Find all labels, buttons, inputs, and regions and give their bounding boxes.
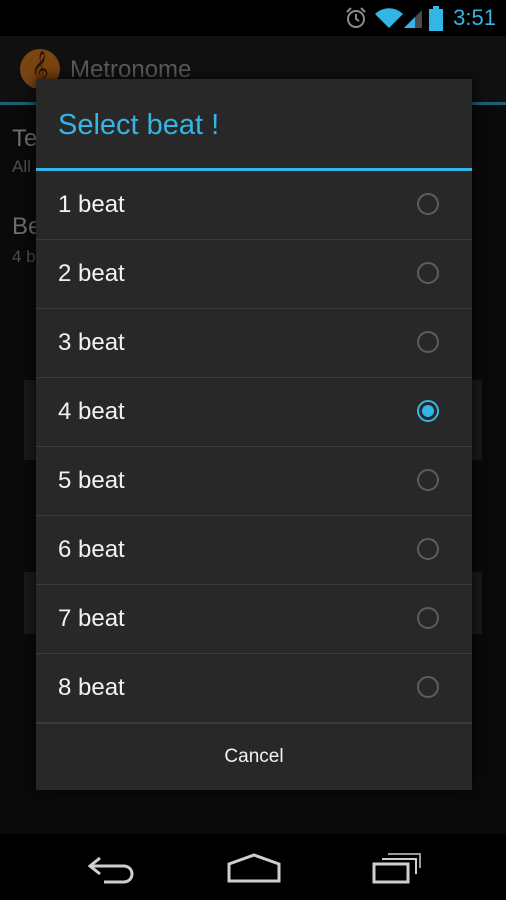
beat-option[interactable]: 4 beat	[36, 378, 472, 447]
bg-item-subtitle: All	[12, 157, 31, 176]
radio-button[interactable]	[417, 676, 439, 698]
navigation-bar	[0, 834, 506, 900]
beat-option[interactable]: 6 beat	[36, 516, 472, 585]
recent-apps-icon[interactable]	[370, 852, 422, 889]
radio-button[interactable]	[417, 331, 439, 353]
beat-options-list: 1 beat 2 beat 3 beat 4 beat 5 beat 6 bea…	[36, 171, 472, 723]
radio-button[interactable]	[417, 538, 439, 560]
option-label: 5 beat	[58, 467, 125, 494]
option-label: 4 beat	[58, 398, 125, 425]
beat-option[interactable]: 2 beat	[36, 240, 472, 309]
beat-option[interactable]: 8 beat	[36, 654, 472, 723]
signal-icon	[402, 6, 424, 35]
home-icon[interactable]	[226, 852, 282, 889]
beat-option[interactable]: 5 beat	[36, 447, 472, 516]
battery-icon	[428, 6, 444, 37]
clock: 3:51	[453, 5, 496, 30]
radio-button[interactable]	[417, 607, 439, 629]
screen: 3:51 𝄞 Metronome Te All Be 4 b Select be…	[0, 0, 506, 900]
radio-button[interactable]	[417, 469, 439, 491]
cancel-button[interactable]: Cancel	[36, 723, 472, 790]
option-label: 7 beat	[58, 605, 125, 632]
select-beat-dialog: Select beat ! 1 beat 2 beat 3 beat 4 bea…	[36, 79, 472, 790]
radio-button[interactable]	[417, 262, 439, 284]
beat-option[interactable]: 3 beat	[36, 309, 472, 378]
dialog-title: Select beat !	[58, 109, 220, 141]
beat-option[interactable]: 1 beat	[36, 171, 472, 240]
bg-item-title: Te	[12, 125, 38, 152]
option-label: 8 beat	[58, 674, 125, 701]
status-bar: 3:51	[0, 0, 506, 36]
option-label: 3 beat	[58, 329, 125, 356]
beat-option[interactable]: 7 beat	[36, 585, 472, 654]
alarm-icon	[344, 6, 368, 35]
back-icon[interactable]	[86, 852, 138, 889]
option-label: 6 beat	[58, 536, 125, 563]
option-label: 2 beat	[58, 260, 125, 287]
radio-button[interactable]	[417, 193, 439, 215]
wifi-icon	[374, 6, 404, 35]
radio-button-checked[interactable]	[417, 400, 439, 422]
option-label: 1 beat	[58, 191, 125, 218]
bg-item-subtitle: 4 b	[12, 247, 36, 266]
